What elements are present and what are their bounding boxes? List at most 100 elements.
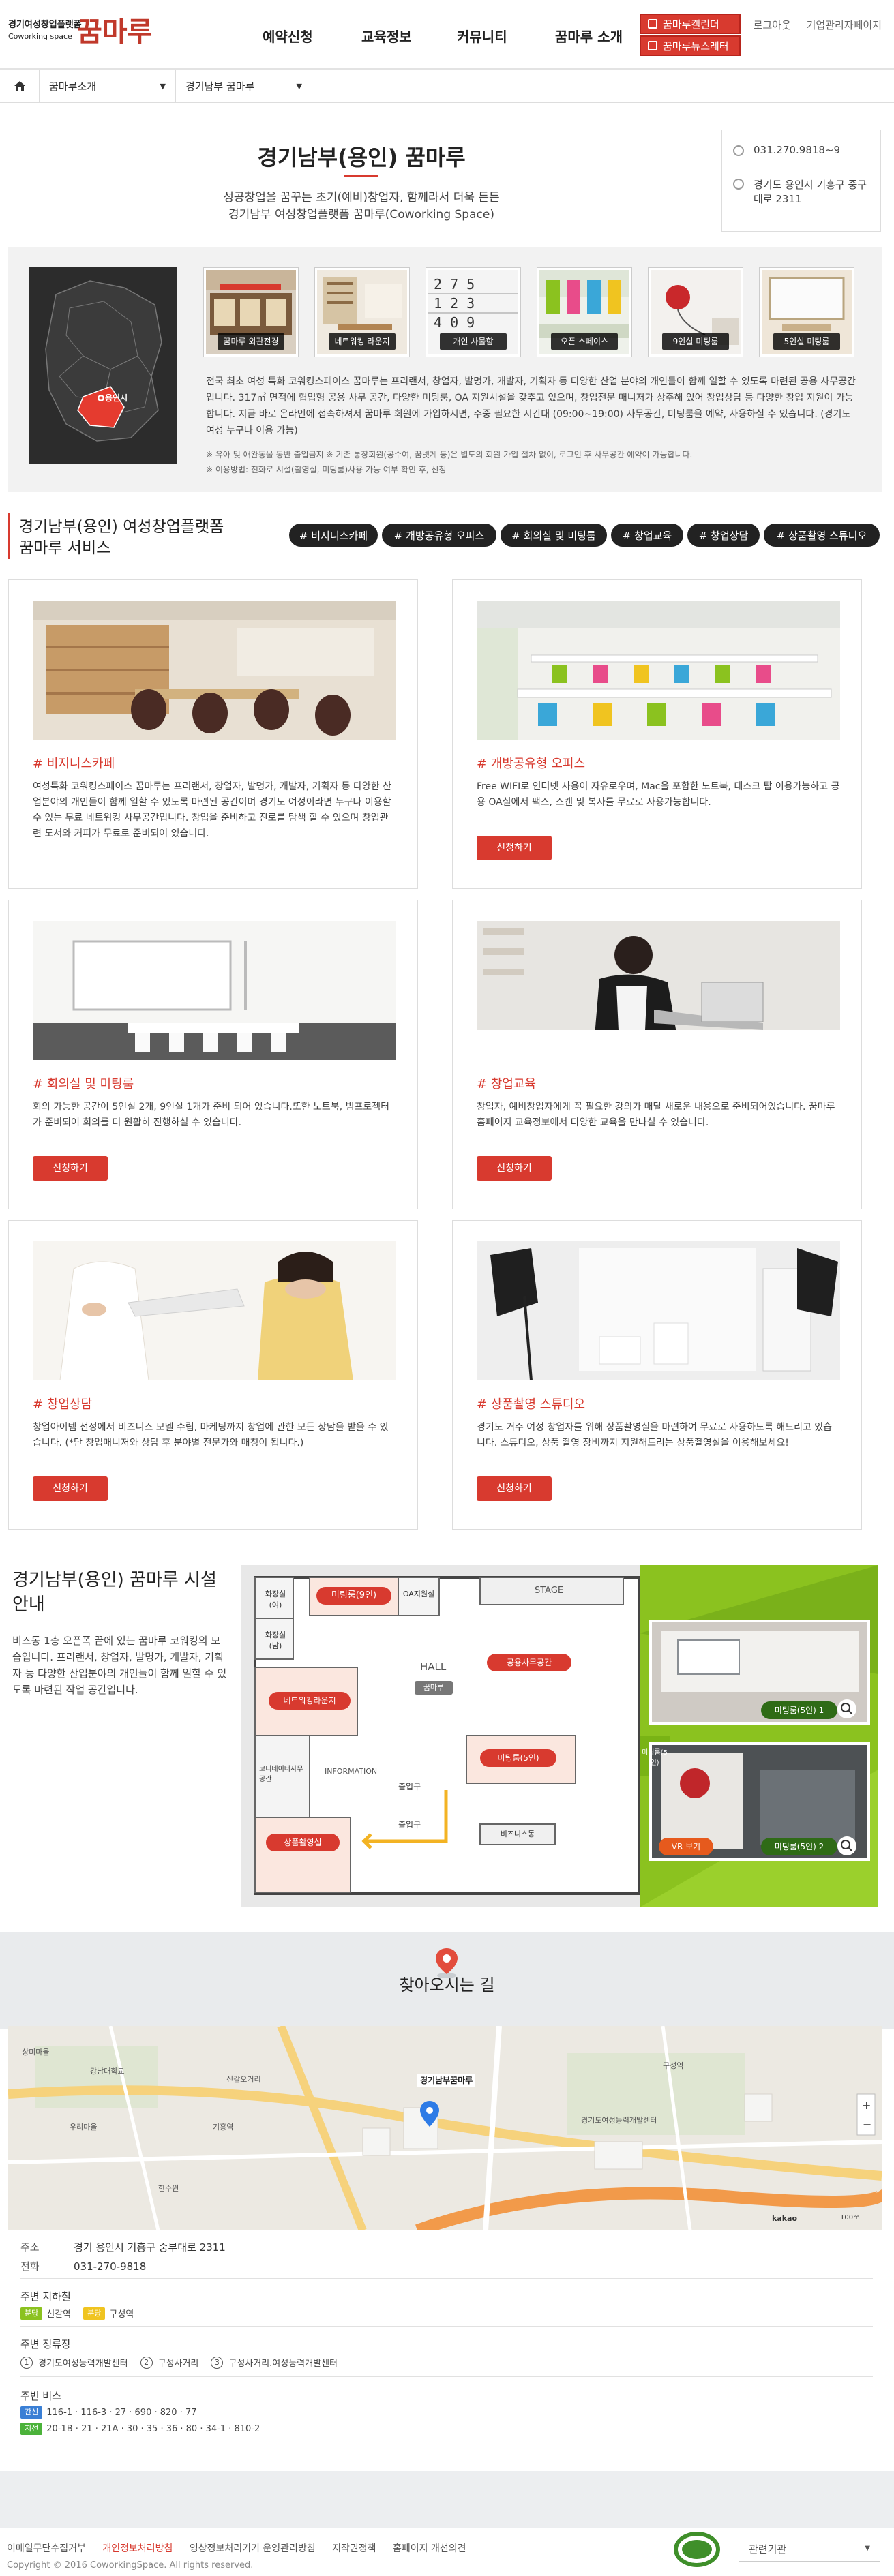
map-scale: 100m <box>840 2214 860 2222</box>
tag-consulting[interactable]: # 창업상담 <box>687 524 760 547</box>
newsletter-button[interactable]: 꿈마루뉴스레터 <box>640 35 741 56</box>
thumb-meeting5[interactable]: 5인실 미팅룸 <box>759 267 854 357</box>
business-cafe-image <box>33 601 396 740</box>
intro-note-2: ※ 이용방법: 전화로 시설(촬영실, 미팅룸)사용 가능 여부 확인 후, 신… <box>206 465 447 474</box>
divider <box>20 2278 873 2279</box>
room-coworking-button[interactable]: 공용사무공간 <box>487 1654 571 1671</box>
location-map[interactable]: + − 경기남부꿈마루 상미마을 강남대학교 기흥역 한수원 우리마을 신갈오거… <box>8 2026 882 2230</box>
admin-link[interactable]: 기업관리자페이지 <box>807 19 882 31</box>
tag-education[interactable]: # 창업교육 <box>611 524 683 547</box>
apply-button[interactable]: 신청하기 <box>477 1476 552 1501</box>
divider <box>20 2326 873 2327</box>
logo-line1: 경기여성창업플랫폼 <box>8 20 82 30</box>
contact-box: 031.270.9818~9 경기도 용인시 기흥구 중구대로 2311 <box>721 130 881 232</box>
logo[interactable]: 꿈마루 <box>77 10 152 49</box>
card-description: 회의 가능한 공간이 5인실 2개, 9인실 1개가 준비 되어 있습니다.또한… <box>33 1102 389 1128</box>
room-studio-button[interactable]: 상품촬영실 <box>266 1834 340 1851</box>
thumb-locker[interactable]: 2 7 51 2 34 0 9 개인 사물함 <box>426 267 521 357</box>
service-card-meeting-room: # 회의실 및 미팅룸 회의 가능한 공간이 5인실 2개, 9인실 1개가 준… <box>8 900 418 1209</box>
card-title: # 상품촬영 스튜디오 <box>477 1397 586 1412</box>
map-label-kkummaru: 경기남부꿈마루 <box>417 2074 476 2087</box>
chevron-down-icon: ▼ <box>865 2545 870 2552</box>
newsletter-icon <box>648 41 657 50</box>
bus-line-trunk: 간선 116-1 · 116-3 · 27 · 690 · 820 · 77 <box>20 2406 197 2419</box>
subway-line-icon: 분당 <box>20 2307 43 2320</box>
address-row: 주소 경기 용인시 기흥구 중부대로 2311 <box>20 2241 226 2254</box>
nav-education[interactable]: 교육정보 <box>361 26 412 46</box>
accessibility-mark-icon <box>674 2532 720 2567</box>
nav-community[interactable]: 커뮤니티 <box>457 26 507 46</box>
services-title: 경기남부(용인) 여성창업플랫폼 꿈마루 서비스 <box>19 518 224 557</box>
photo-label-2[interactable]: 미팅룸(5인) 2 <box>761 1838 837 1855</box>
thumb-open-space[interactable]: 오픈 스페이스 <box>537 267 632 357</box>
apply-button[interactable]: 신청하기 <box>33 1156 108 1181</box>
tag-business-cafe[interactable]: # 비지니스카페 <box>289 524 378 547</box>
contact-address: 경기도 용인시 기흥구 중구대로 2311 <box>733 177 869 206</box>
breadcrumb-level2[interactable]: 경기남부 꿈마루 ▼ <box>176 70 312 102</box>
intro-description: 전국 최초 여성 특화 코워킹스페이스 꿈마루는 프리랜서, 창업자, 발명가,… <box>206 376 856 436</box>
tag-meeting-room[interactable]: # 회의실 및 미팅룸 <box>501 524 607 547</box>
copyright: Copyright © 2016 CoworkingSpace. All rig… <box>7 2560 254 2571</box>
gyeonggi-map-icon <box>45 280 162 442</box>
footer-links: 이메일무단수집거부 개인정보처리방침 영상정보처리기기 운영관리방침 저작권정책… <box>7 2541 479 2555</box>
logo-small-text[interactable]: 경기여성창업플랫폼 Coworking space <box>8 19 82 42</box>
svg-text:−: − <box>863 2118 871 2131</box>
apply-button[interactable]: 신청하기 <box>477 1156 552 1181</box>
svg-text:4 0 9: 4 0 9 <box>434 314 475 331</box>
nav-about[interactable]: 꿈마루 소개 <box>555 26 623 46</box>
bus-label: 주변 버스 <box>20 2390 61 2402</box>
map-brand: kakao <box>772 2214 798 2223</box>
side-label: 미팅룸(5인) <box>642 1749 668 1767</box>
home-button[interactable] <box>0 70 40 102</box>
service-card-education: # 창업교육 창업자, 예비창업자에게 꼭 필요한 강의가 매달 새로운 내용으… <box>452 900 862 1209</box>
room-restroom-m: 화장실(남) <box>265 1631 286 1650</box>
intro-section: 용인시 꿈마루 외관전경 네트워킹 라운지 2 7 51 2 34 0 9 개인… <box>8 247 882 492</box>
apply-button[interactable]: 신청하기 <box>477 836 552 860</box>
phone-row: 전화 031-270-9818 <box>20 2260 147 2273</box>
apply-button[interactable]: 신청하기 <box>33 1476 108 1501</box>
footer-link[interactable]: 저작권정책 <box>332 2543 376 2554</box>
footer-link[interactable]: 영상정보처리기기 운영관리방침 <box>190 2543 316 2554</box>
svg-text:2 7 5: 2 7 5 <box>434 276 475 292</box>
card-title: # 창업상담 <box>33 1397 93 1412</box>
region-map: 용인시 <box>29 267 177 464</box>
card-title: # 창업교육 <box>477 1077 537 1091</box>
tag-open-office[interactable]: # 개방공유형 오피스 <box>382 524 496 547</box>
thumb-lounge[interactable]: 네트워킹 라운지 <box>314 267 410 357</box>
room-kkummaru: 꿈마루 <box>415 1681 453 1695</box>
thumb-exterior[interactable]: 꿈마루 외관전경 <box>203 267 299 357</box>
room-meeting5-button[interactable]: 미팅룸(5인) <box>480 1749 556 1767</box>
chevron-down-icon: ▼ <box>160 82 166 91</box>
footer-link-privacy[interactable]: 개인정보처리방침 <box>102 2543 173 2554</box>
title-underline <box>344 175 378 177</box>
intro-note-1: ※ 유아 및 애완동물 동반 출입금지 ※ 기존 통장회원(공수여, 꿈넷게 등… <box>206 450 693 459</box>
divider <box>20 2376 873 2377</box>
tag-studio[interactable]: # 상품촬영 스튜디오 <box>764 524 880 547</box>
vr-button[interactable]: VR 보기 <box>659 1838 713 1855</box>
calendar-button[interactable]: 꿈마루캘린더 <box>640 14 741 34</box>
nav-reservation[interactable]: 예약신청 <box>263 26 313 46</box>
subway-line-icon: 분당 <box>83 2307 106 2320</box>
room-meeting9-button[interactable]: 미팅룸(9인) <box>316 1587 391 1605</box>
service-card-consulting: # 창업상담 창업아이템 선정에서 비즈니스 모델 수립, 마케팅까지 창업에 … <box>8 1220 418 1530</box>
page-title: 경기남부(용인) 꿈마루 <box>257 145 466 170</box>
map-label-6: 신갈오거리 <box>226 2075 261 2084</box>
footer-link[interactable]: 홈페이지 개선의견 <box>393 2543 466 2554</box>
thumb-meeting9[interactable]: 9인실 미팅룸 <box>648 267 743 357</box>
entrance-1: 출입구 <box>398 1782 421 1791</box>
room-business-building: 비즈니스동 <box>500 1830 535 1838</box>
location-icon <box>733 179 744 190</box>
contact-phone: 031.270.9818~9 <box>733 144 869 156</box>
meeting-room-image <box>33 921 396 1060</box>
studio-image <box>477 1241 840 1380</box>
room-lounge-button[interactable]: 네트워킹라운지 <box>269 1692 351 1710</box>
footer-link[interactable]: 이메일무단수집거부 <box>7 2543 86 2554</box>
logout-link[interactable]: 로그아웃 <box>754 19 791 31</box>
photo-label-1[interactable]: 미팅룸(5인) 1 <box>761 1701 837 1719</box>
subway-list: 분당 신갈역 분당 구성역 <box>20 2307 134 2320</box>
related-sites-select[interactable]: 관련기관 ▼ <box>739 2536 880 2562</box>
room-restroom-f: 화장실(여) <box>265 1590 286 1609</box>
card-title: # 회의실 및 미팅룸 <box>33 1077 134 1091</box>
breadcrumb-level1[interactable]: 꿈마루소개 ▼ <box>40 70 176 102</box>
map-label-1: 상미마을 <box>22 2048 50 2057</box>
